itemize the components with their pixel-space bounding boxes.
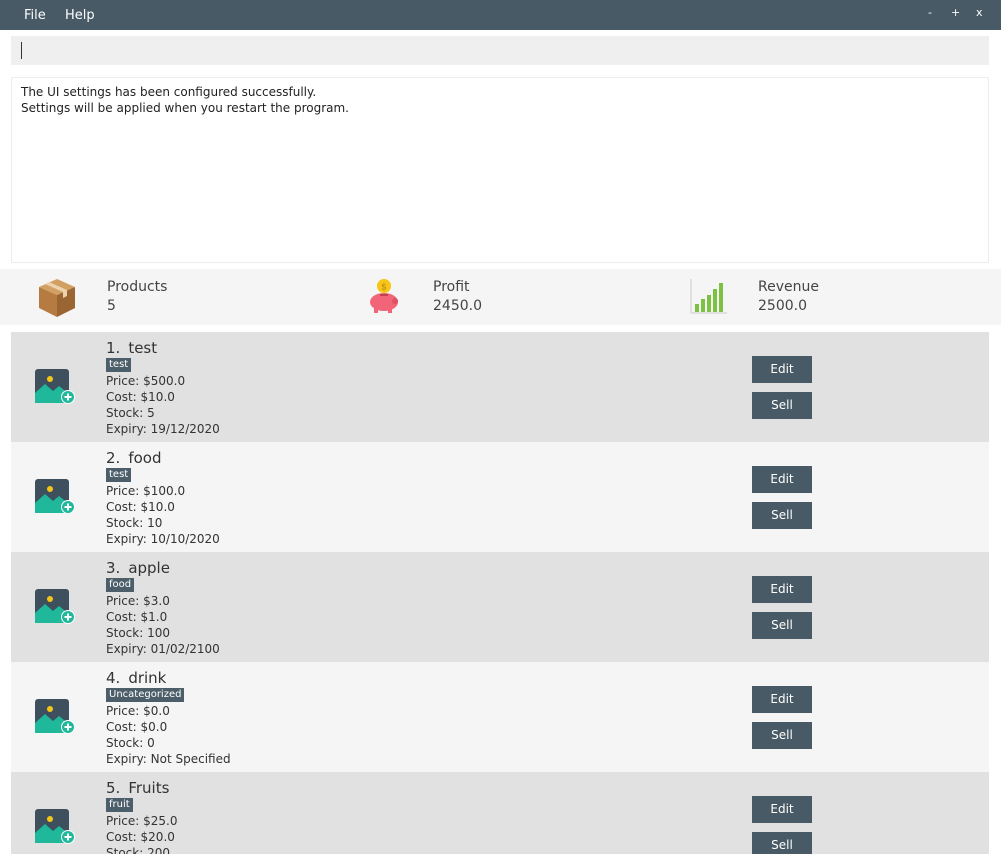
command-input[interactable] [11,36,989,65]
product-tag: fruit [106,798,133,812]
sell-button[interactable]: Sell [752,502,812,529]
edit-button[interactable]: Edit [752,466,812,493]
result-line: The UI settings has been configured succ… [21,85,317,99]
sell-button[interactable]: Sell [752,832,812,854]
product-cost: Cost: $1.0 [106,610,168,624]
product-stock: Stock: 200 [106,846,170,854]
product-cost: Cost: $10.0 [106,500,175,514]
product-price: Price: $0.0 [106,704,170,718]
stat-label: Products [107,279,168,295]
product-expiry: Expiry: 19/12/2020 [106,422,220,436]
svg-text:$: $ [381,283,387,293]
close-button[interactable]: x [976,6,983,19]
sell-button[interactable]: Sell [752,722,812,749]
result-display: The UI settings has been configured succ… [11,77,989,263]
sell-button[interactable]: Sell [752,612,812,639]
stat-label: Revenue [758,279,819,295]
product-price: Price: $100.0 [106,484,186,498]
product-index: 3. [106,559,121,577]
stat-value: 2450.0 [433,298,482,314]
product-stock: Stock: 10 [106,516,163,530]
product-title: 4. drink [106,669,166,687]
product-name: test [128,339,158,357]
stat-revenue: Revenue 2500.0 [660,269,1001,325]
piggy-bank-icon: $ [368,278,402,318]
stat-products: Products 5 [0,269,330,325]
product-card[interactable]: 4. drink Uncategorized Price: $0.0 Cost: $0.… [11,662,989,772]
product-price: Price: $3.0 [106,594,170,608]
product-price: Price: $25.0 [106,814,178,828]
product-tag: test [106,468,132,482]
edit-button[interactable]: Edit [752,576,812,603]
product-stock: Stock: 0 [106,736,155,750]
product-list[interactable]: 1. test test Price: $500.0 Cost: $10.0 Stock:… [11,332,989,854]
menu-bar: File Help - + x [0,0,1001,30]
stats-bar: Products 5 $ Profit 2450.0 Revenue 2500.… [0,269,1001,325]
image-placeholder-icon [35,369,75,405]
product-index: 5. [106,779,121,797]
sell-button[interactable]: Sell [752,392,812,419]
product-index: 2. [106,449,121,467]
maximize-button[interactable]: + [951,6,960,19]
product-index: 4. [106,669,121,687]
product-card[interactable]: 1. test test Price: $500.0 Cost: $10.0 Stock:… [11,332,989,442]
product-name: food [128,449,162,467]
product-stock: Stock: 100 [106,626,170,640]
product-title: 1. test [106,339,157,357]
product-name: drink [128,669,167,687]
product-cost: Cost: $0.0 [106,720,168,734]
product-name: apple [128,559,170,577]
bar-chart-icon [689,277,729,319]
product-cost: Cost: $20.0 [106,830,175,844]
edit-button[interactable]: Edit [752,796,812,823]
stat-profit: $ Profit 2450.0 [330,269,660,325]
product-expiry: Expiry: 01/02/2100 [106,642,220,656]
edit-button[interactable]: Edit [752,686,812,713]
edit-button[interactable]: Edit [752,356,812,383]
image-placeholder-icon [35,809,75,845]
image-placeholder-icon [35,589,75,625]
stat-value: 2500.0 [758,298,807,314]
image-placeholder-icon [35,699,75,735]
minimize-button[interactable]: - [928,6,932,19]
product-index: 1. [106,339,121,357]
product-name: Fruits [128,779,170,797]
product-cost: Cost: $10.0 [106,390,175,404]
product-tag: food [106,578,135,592]
box-icon [35,275,79,323]
stat-value: 5 [107,298,116,314]
text-caret [21,42,22,59]
product-card[interactable]: 2. food test Price: $100.0 Cost: $10.0 Stock:… [11,442,989,552]
product-title: 2. food [106,449,161,467]
product-card[interactable]: 5. Fruits fruit Price: $25.0 Cost: $20.0 Stoc… [11,772,989,854]
product-expiry: Expiry: 10/10/2020 [106,532,220,546]
image-placeholder-icon [35,479,75,515]
product-tag: Uncategorized [106,688,185,702]
menu-file[interactable]: File [24,8,46,23]
stat-label: Profit [433,279,470,295]
product-title: 5. Fruits [106,779,169,797]
result-line: Settings will be applied when you restar… [21,101,349,115]
product-expiry: Expiry: Not Specified [106,752,231,766]
product-title: 3. apple [106,559,170,577]
product-price: Price: $500.0 [106,374,186,388]
product-tag: test [106,358,132,372]
menu-help[interactable]: Help [65,8,95,23]
product-card[interactable]: 3. apple food Price: $3.0 Cost: $1.0 Stock: 1… [11,552,989,662]
product-stock: Stock: 5 [106,406,155,420]
